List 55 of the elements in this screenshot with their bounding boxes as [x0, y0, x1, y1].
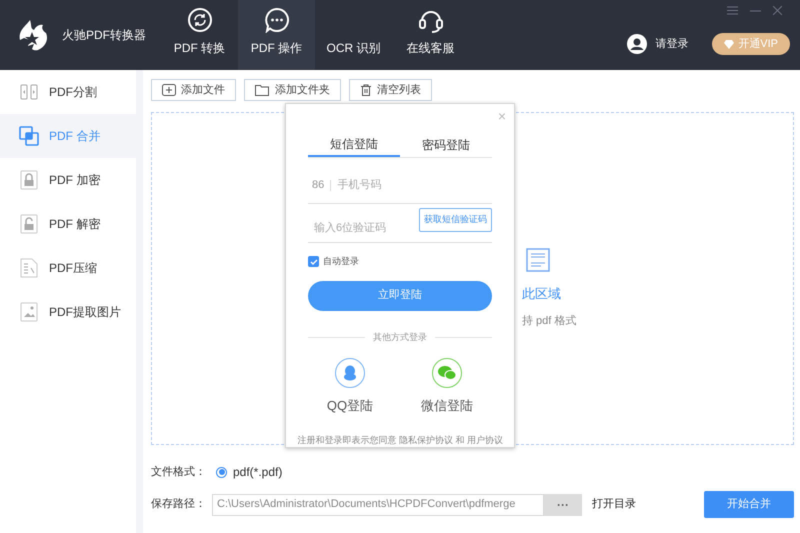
diamond-icon: [724, 40, 734, 48]
sidebar-item[interactable]: PDF压缩: [0, 246, 136, 290]
chat-icon: [264, 7, 290, 33]
checkbox[interactable]: [308, 256, 319, 268]
browse-button[interactable]: ···: [544, 494, 582, 516]
format-radio[interactable]: pdf(*.pdf): [216, 463, 282, 481]
split-icon: [20, 83, 38, 101]
merge-icon: [19, 126, 39, 146]
penguin-icon: [342, 365, 357, 381]
open-folder-link[interactable]: 打开目录: [592, 496, 636, 513]
drop-zone-title: 此区域: [522, 284, 561, 302]
login-tab[interactable]: 短信登陆: [308, 132, 400, 157]
drop-zone-hint: 持 pdf 格式: [522, 314, 576, 329]
login-link[interactable]: 请登录: [627, 34, 688, 54]
unlock-icon: [20, 214, 38, 234]
auto-login-label: 自动登录: [323, 255, 359, 268]
login-tab[interactable]: 密码登陆: [400, 132, 492, 157]
provider-label: QQ登陆: [326, 397, 374, 415]
chat-bubbles-icon: [437, 365, 458, 381]
folder-icon: [255, 84, 270, 96]
sidebar-item[interactable]: PDF 加密: [0, 158, 136, 202]
radio-dot[interactable]: [216, 466, 227, 478]
toolbar-button[interactable]: 添加文件: [151, 79, 236, 101]
agreement-text: 注册和登录即表示您同意 隐私保护协议 和 用户协议: [297, 434, 503, 446]
trash-icon: [360, 84, 372, 96]
app-title: 火驰PDF转换器: [62, 27, 146, 44]
provider-label: 微信登陆: [421, 397, 474, 415]
save-path-field[interactable]: C:\Users\Administrator\Documents\HCPDFConvert\pdfmerge: [212, 494, 544, 516]
toolbar-button[interactable]: 清空列表: [349, 79, 432, 101]
nav-tab[interactable]: 在线客服: [392, 0, 469, 70]
save-path-label: 保存路径：: [151, 497, 206, 512]
sidebar-item[interactable]: PDF分割: [0, 70, 136, 114]
check-icon: [310, 258, 318, 265]
nav-tab[interactable]: PDF 转换: [161, 0, 238, 70]
nav-tab[interactable]: OCR 识别: [315, 0, 392, 70]
toolbar-button[interactable]: 添加文件夹: [244, 79, 341, 101]
document-icon: [20, 258, 38, 278]
nav-tab[interactable]: PDF 操作: [238, 0, 315, 70]
other-login-label: 其他方式登录: [373, 330, 427, 344]
avatar-icon: [627, 34, 648, 54]
qq-login-button[interactable]: [334, 358, 365, 388]
country-code: 86: [308, 180, 332, 191]
phone-field[interactable]: 手机号码: [337, 177, 492, 194]
image-icon: [20, 302, 38, 322]
sidebar-item[interactable]: PDF提取图片: [0, 290, 136, 334]
code-field[interactable]: 输入6位验证码: [308, 220, 415, 242]
menu-icon[interactable]: [727, 6, 738, 15]
lock-icon: [20, 170, 38, 190]
format-label: 文件格式：: [151, 464, 206, 480]
wechat-login-button[interactable]: [432, 358, 462, 388]
file-icon: [526, 248, 550, 272]
refresh-icon: [186, 7, 212, 33]
close-icon[interactable]: [773, 6, 782, 15]
add-icon: [162, 84, 176, 96]
sidebar-item[interactable]: PDF 解密: [0, 202, 136, 246]
